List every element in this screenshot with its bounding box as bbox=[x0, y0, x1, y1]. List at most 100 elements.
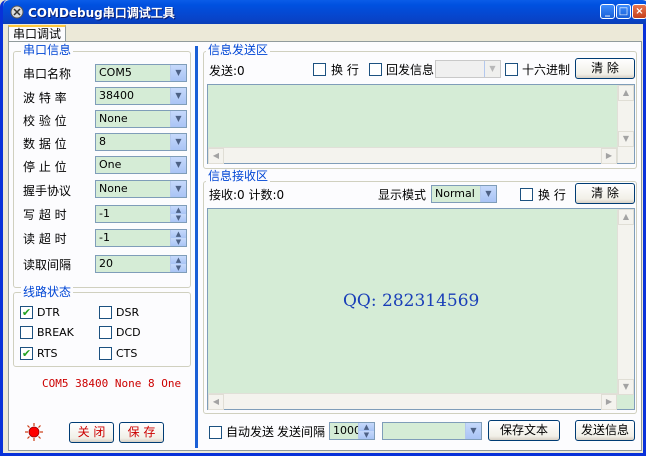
spin-down-icon: ▼ bbox=[170, 238, 186, 246]
recv-newline-checkbox[interactable] bbox=[520, 188, 533, 201]
baud-rate-label: 波 特 率 bbox=[23, 91, 67, 105]
send-newline-checkbox[interactable] bbox=[313, 63, 326, 76]
auto-send-checkbox[interactable] bbox=[209, 426, 222, 439]
recv-content: QQ: 282314569 bbox=[343, 291, 480, 311]
send-textarea[interactable]: ▲ ▼ ◀ ▶ bbox=[207, 84, 635, 164]
maximize-icon[interactable]: □ bbox=[616, 4, 631, 19]
spin-down-icon: ▼ bbox=[170, 264, 186, 272]
scroll-left-icon: ◀ bbox=[208, 394, 224, 410]
dsr-label: DSR bbox=[116, 306, 140, 319]
echo-label: 回发信息 bbox=[386, 63, 435, 77]
spin-up-icon: ▲ bbox=[358, 423, 374, 431]
rts-checkbox[interactable]: ✔ bbox=[20, 347, 33, 360]
close-port-button[interactable]: 关 闭 bbox=[69, 422, 114, 443]
serial-info-title: 串口信息 bbox=[21, 43, 74, 57]
parity-combo[interactable]: None ▼ bbox=[95, 110, 187, 128]
title-bar[interactable]: COMDebug串口调试工具 _ □ × bbox=[3, 0, 646, 24]
scroll-left-icon: ◀ bbox=[208, 148, 224, 164]
stop-bits-label: 停 止 位 bbox=[23, 160, 67, 174]
tab-serial-debug[interactable]: 串口调试 bbox=[8, 25, 66, 42]
minimize-icon[interactable]: _ bbox=[600, 4, 615, 19]
chevron-down-icon: ▼ bbox=[170, 88, 186, 104]
recv-area-title: 信息接收区 bbox=[206, 169, 271, 183]
hex-label: 十六进制 bbox=[522, 63, 571, 77]
chevron-down-icon: ▼ bbox=[170, 111, 186, 127]
spin-up-icon: ▲ bbox=[170, 256, 186, 264]
line-status-title: 线路状态 bbox=[21, 285, 74, 299]
echo-checkbox[interactable] bbox=[369, 63, 382, 76]
read-timeout-spinner[interactable]: -1 ▲ ▼ bbox=[95, 229, 187, 247]
send-button[interactable]: 发送信息 bbox=[575, 420, 635, 441]
recv-vscrollbar[interactable]: ▲ ▼ bbox=[617, 209, 634, 395]
data-bits-combo[interactable]: 8 ▼ bbox=[95, 133, 187, 151]
handshake-label: 握手协议 bbox=[23, 184, 72, 198]
display-mode-label: 显示模式 bbox=[378, 188, 427, 202]
main-window: COMDebug串口调试工具 _ □ × 串口调试 串口信息 串口名称 COM5… bbox=[0, 0, 646, 456]
echo-combo[interactable]: ▼ bbox=[435, 60, 501, 78]
close-icon[interactable]: × bbox=[632, 4, 646, 19]
port-name-label: 串口名称 bbox=[23, 67, 72, 81]
send-clear-button[interactable]: 清 除 bbox=[575, 58, 635, 79]
scroll-up-icon: ▲ bbox=[618, 85, 634, 101]
save-config-button[interactable]: 保 存 bbox=[119, 422, 164, 443]
spin-up-icon: ▲ bbox=[170, 230, 186, 238]
chevron-down-icon: ▼ bbox=[170, 157, 186, 173]
scroll-right-icon: ▶ bbox=[601, 394, 617, 410]
send-interval-spinner[interactable]: 1000 ▲ ▼ bbox=[329, 422, 375, 440]
save-text-button[interactable]: 保存文本 bbox=[488, 420, 560, 441]
break-checkbox[interactable] bbox=[20, 326, 33, 339]
scroll-down-icon: ▼ bbox=[618, 131, 634, 147]
display-mode-combo[interactable]: Normal ▼ bbox=[431, 185, 497, 203]
spin-down-icon: ▼ bbox=[358, 431, 374, 439]
port-name-combo[interactable]: COM5 ▼ bbox=[95, 64, 187, 82]
cts-checkbox[interactable] bbox=[99, 347, 112, 360]
scroll-down-icon: ▼ bbox=[618, 379, 634, 395]
rts-label: RTS bbox=[37, 347, 58, 360]
send-hscrollbar[interactable]: ◀ ▶ bbox=[208, 147, 617, 164]
window-title: COMDebug串口调试工具 bbox=[28, 6, 175, 20]
connection-indicator-icon bbox=[25, 423, 43, 441]
dtr-label: DTR bbox=[37, 306, 60, 319]
chevron-down-icon: ▼ bbox=[465, 423, 481, 439]
write-timeout-spinner[interactable]: -1 ▲ ▼ bbox=[95, 205, 187, 223]
send-interval-label: 发送间隔 bbox=[277, 425, 326, 439]
spin-down-icon: ▼ bbox=[170, 214, 186, 222]
send-vscrollbar[interactable]: ▲ ▼ bbox=[617, 85, 634, 163]
read-interval-spinner[interactable]: 20 ▲ ▼ bbox=[95, 255, 187, 273]
recv-textarea[interactable]: QQ: 282314569 ▲ ▼ ◀ ▶ bbox=[207, 208, 635, 410]
scroll-up-icon: ▲ bbox=[618, 209, 634, 225]
dtr-checkbox[interactable]: ✔ bbox=[20, 306, 33, 319]
chevron-down-icon: ▼ bbox=[480, 186, 496, 202]
recv-clear-button[interactable]: 清 除 bbox=[575, 183, 635, 204]
tab-pane: 串口信息 串口名称 COM5 ▼ 波 特 率 38400 ▼ 校 验 位 None ▼… bbox=[8, 41, 642, 451]
chevron-down-icon: ▼ bbox=[484, 61, 500, 77]
dcd-checkbox[interactable] bbox=[99, 326, 112, 339]
panel-divider[interactable] bbox=[195, 46, 198, 448]
recv-newline-label: 换 行 bbox=[538, 188, 566, 202]
app-icon bbox=[10, 5, 24, 19]
read-timeout-label: 读 超 时 bbox=[23, 232, 67, 246]
write-timeout-label: 写 超 时 bbox=[23, 208, 67, 222]
parity-label: 校 验 位 bbox=[23, 114, 67, 128]
spin-up-icon: ▲ bbox=[170, 206, 186, 214]
baud-rate-combo[interactable]: 38400 ▼ bbox=[95, 87, 187, 105]
stop-bits-combo[interactable]: One ▼ bbox=[95, 156, 187, 174]
send-count: 发送:0 bbox=[209, 64, 245, 78]
send-target-combo[interactable]: ▼ bbox=[382, 422, 482, 440]
read-interval-label: 读取间隔 bbox=[23, 258, 72, 272]
dcd-label: DCD bbox=[116, 326, 141, 339]
chevron-down-icon: ▼ bbox=[170, 181, 186, 197]
hex-checkbox[interactable] bbox=[505, 63, 518, 76]
auto-send-label: 自动发送 bbox=[226, 425, 275, 439]
port-status-summary: COM5 38400 None 8 One bbox=[42, 377, 182, 390]
cts-label: CTS bbox=[116, 347, 138, 360]
send-area-title: 信息发送区 bbox=[206, 43, 271, 57]
handshake-combo[interactable]: None ▼ bbox=[95, 180, 187, 198]
data-bits-label: 数 据 位 bbox=[23, 137, 67, 151]
dsr-checkbox[interactable] bbox=[99, 306, 112, 319]
break-label: BREAK bbox=[37, 326, 74, 339]
recv-count: 接收:0 计数:0 bbox=[209, 188, 285, 202]
scroll-right-icon: ▶ bbox=[601, 148, 617, 164]
send-newline-label: 换 行 bbox=[331, 63, 359, 77]
recv-hscrollbar[interactable]: ◀ ▶ bbox=[208, 393, 617, 410]
